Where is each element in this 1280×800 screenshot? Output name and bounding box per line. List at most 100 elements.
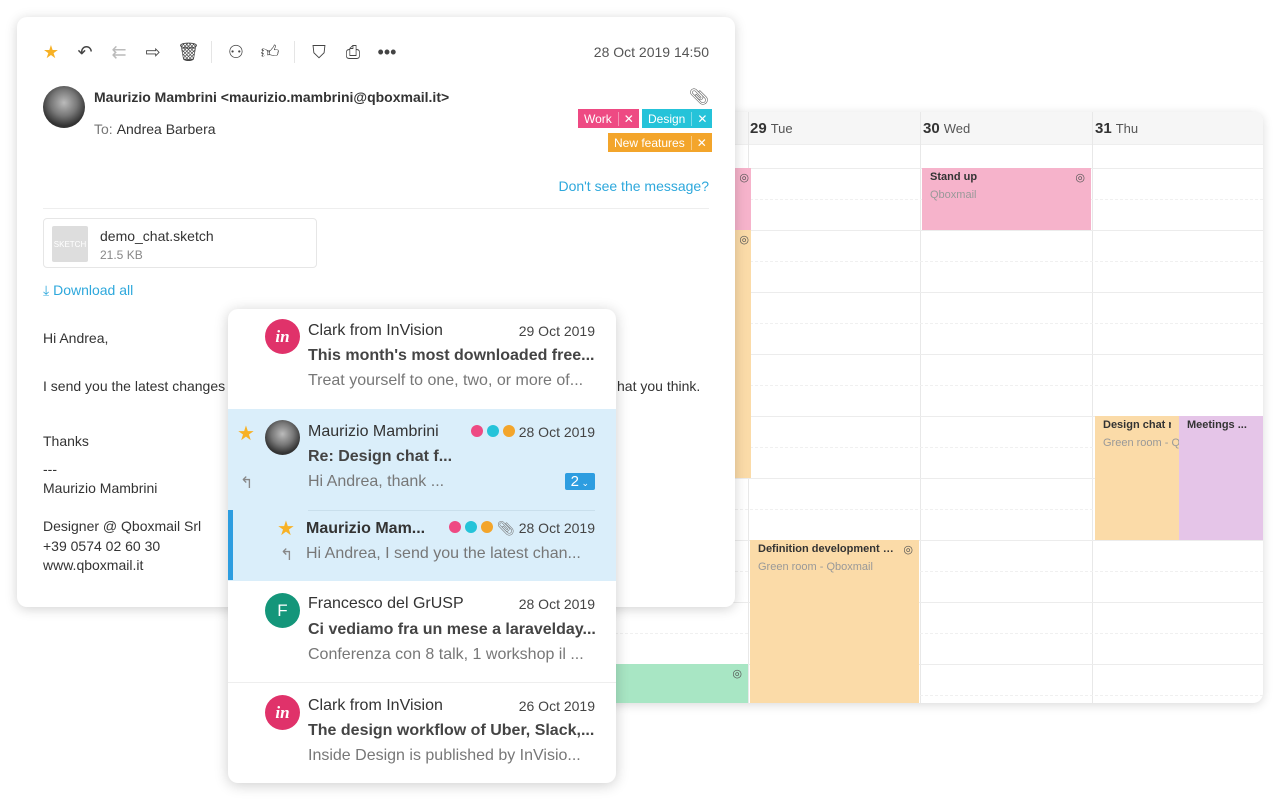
selected-indicator: [228, 510, 233, 580]
day-name: Tue: [770, 121, 793, 136]
tag-new-features[interactable]: New features ✕: [608, 133, 712, 152]
close-icon[interactable]: ✕: [617, 111, 639, 126]
column-divider: [920, 112, 921, 703]
more-icon[interactable]: •••: [377, 42, 397, 63]
toolbar-divider: [294, 41, 295, 63]
invision-avatar: in: [265, 319, 300, 354]
body-thanks: Thanks: [43, 433, 89, 449]
attachment-size: 21.5 KB: [100, 248, 143, 262]
day-header-tue[interactable]: 29 Tue: [750, 120, 793, 137]
tag-dot-work: [470, 425, 483, 437]
tag-dot-work: [449, 521, 462, 533]
message-subject: Re: Design chat f...: [308, 448, 453, 465]
event-partial[interactable]: ◎: [735, 230, 751, 478]
message-preview: Conferenza con 8 talk, 1 workshop il ...: [308, 646, 584, 663]
paperclip-icon: 📎︎: [688, 89, 709, 106]
eye-icon: ◎: [739, 172, 749, 184]
body-text: I send you the latest changes t: [43, 378, 233, 394]
thread-count-button[interactable]: 2 ⌄: [564, 473, 595, 490]
day-number: 29: [750, 120, 767, 137]
message-preview: Hi Andrea, I send you the latest chan...: [306, 545, 581, 562]
forward-icon[interactable]: ⇨: [143, 42, 163, 63]
sender-name: Clark from InVision: [308, 322, 443, 339]
event-partial[interactable]: ◎: [735, 168, 751, 230]
event-meetings[interactable]: Meetings ...: [1179, 416, 1263, 540]
tag-design[interactable]: Design ✕: [642, 109, 713, 128]
attachment-card[interactable]: SKETCH demo_chat.sketch 21.5 KB: [43, 218, 317, 268]
event-stand-up[interactable]: Stand up Qboxmail ◎: [922, 168, 1091, 230]
replied-icon: ↰: [240, 475, 254, 492]
signature-role: Designer @ Qboxmail Srl: [43, 518, 202, 534]
signature-separator: ---: [43, 461, 57, 477]
message-subject: The design workflow of Uber, Slack,...: [308, 722, 595, 739]
tag-dot-new-features: [481, 521, 494, 533]
reply-all-icon[interactable]: ⇇: [109, 42, 129, 63]
recipient-name: Andrea Barbera: [116, 121, 216, 137]
thread-selected[interactable]: ★ Maurizio Mambrini 28 Oct 2019 Re: Desi…: [228, 409, 616, 581]
message-preview: Inside Design is published by InVisio...: [308, 747, 581, 764]
day-number: 30: [923, 120, 940, 137]
chevron-down-icon: ⌄: [578, 478, 589, 488]
sender-name: Clark from InVision: [308, 697, 443, 714]
message-preview: Treat yourself to one, two, or more of..…: [308, 372, 584, 389]
trash-icon[interactable]: 🗑︎: [177, 42, 200, 63]
event-location: Qboxmail: [930, 189, 977, 201]
thumbs-up-icon[interactable]: 👍︎: [260, 41, 280, 63]
event-title: Definition development p...: [758, 543, 899, 555]
message-date: 29 Oct 2019: [518, 323, 595, 339]
tag-dot-new-features: [502, 425, 515, 437]
handshake-icon[interactable]: ⚇: [226, 42, 246, 63]
message-date: 28 Oct 2019: [518, 596, 595, 612]
print-icon[interactable]: ⎙: [343, 42, 363, 63]
message-date: 28 Oct 2019: [518, 520, 595, 536]
eye-icon: ◎: [1075, 172, 1085, 184]
sender-avatar: [265, 420, 300, 455]
file-type-label: SKETCH: [53, 239, 87, 249]
event-location: Green room - Qboxmail: [758, 561, 873, 573]
star-icon[interactable]: ★: [41, 42, 61, 63]
star-icon[interactable]: ★: [277, 516, 295, 541]
body-text-end: hat you think.: [617, 378, 701, 394]
eye-icon: ◎: [903, 544, 913, 556]
reply-icon[interactable]: ↶: [75, 42, 95, 63]
close-icon[interactable]: ✕: [690, 135, 712, 150]
divider: [43, 208, 709, 209]
star-icon[interactable]: ★: [237, 421, 255, 446]
download-icon: ⤓: [43, 282, 54, 298]
shield-icon[interactable]: ⛉: [309, 42, 329, 63]
tag-dot-design: [486, 425, 499, 437]
event-design-chat[interactable]: Design chat revi Green room - Qb: [1095, 416, 1179, 540]
thread-count: 2: [570, 473, 579, 490]
sender-name: Francesco del GrUSP: [308, 595, 464, 612]
download-all-link[interactable]: ⤓ Download all: [43, 282, 133, 299]
event-partial[interactable]: ◎: [600, 664, 748, 703]
list-item[interactable]: in Clark from InVision 29 Oct 2019 This …: [228, 309, 616, 409]
dont-see-message-link[interactable]: Don't see the message?: [558, 178, 709, 194]
sketch-file-icon: SKETCH: [52, 226, 88, 262]
sender-name: Maurizio Mambrini: [308, 423, 439, 440]
recipient: To: Andrea Barbera: [94, 121, 216, 137]
list-item[interactable]: in Clark from InVision 26 Oct 2019 The d…: [228, 683, 616, 783]
event-definition-development[interactable]: Definition development p... Green room - …: [750, 540, 919, 703]
message-subject: This month's most downloaded free...: [308, 347, 595, 364]
sender-avatar: F: [265, 593, 300, 628]
list-item[interactable]: F Francesco del GrUSP 28 Oct 2019 Ci ved…: [228, 581, 616, 683]
close-icon[interactable]: ✕: [691, 111, 712, 126]
tag-work[interactable]: Work ✕: [578, 109, 639, 128]
paperclip-icon: 📎︎: [497, 520, 515, 536]
day-header-thu[interactable]: 31 Thu: [1095, 120, 1138, 137]
email-toolbar: ★ ↶ ⇇ ⇨ 🗑︎ ⚇ 👍︎ ⛉ ⎙ •••: [41, 41, 397, 63]
message-date: 28 Oct 2019: [518, 424, 595, 440]
message-list: in Clark from InVision 29 Oct 2019 This …: [228, 309, 616, 783]
message-preview: Hi Andrea, thank ...: [308, 473, 445, 490]
tag-dot-design: [465, 521, 478, 533]
sender-avatar: [43, 86, 85, 128]
signature-web: www.qboxmail.it: [43, 557, 144, 573]
day-header-wed[interactable]: 30 Wed: [923, 120, 970, 137]
message-subject: Ci vediamo fra un mese a laravelday...: [308, 621, 596, 638]
event-title: Stand up: [930, 171, 978, 183]
divider: [308, 510, 595, 511]
body-greeting: Hi Andrea,: [43, 330, 109, 346]
tag-label: New features: [614, 135, 685, 150]
event-location: Green room - Qb: [1103, 437, 1179, 449]
